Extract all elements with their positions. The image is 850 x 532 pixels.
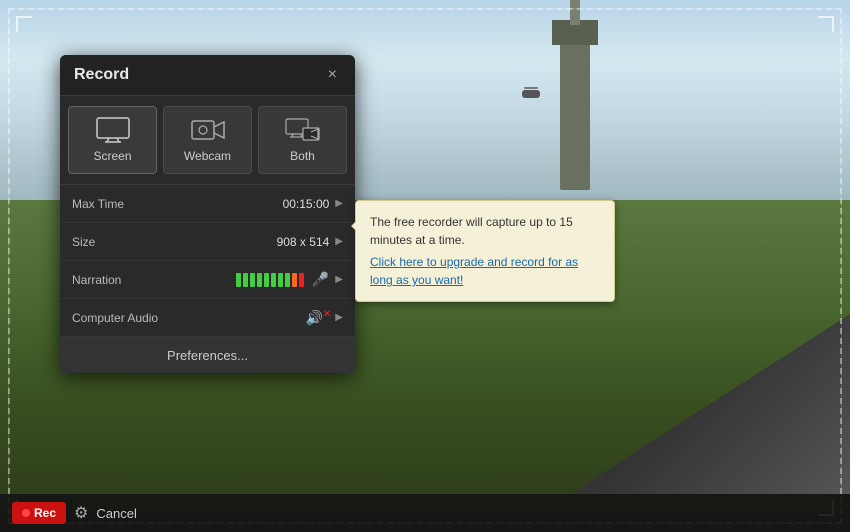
size-value: 908 x 514	[277, 235, 330, 249]
tooltip-bubble: The free recorder will capture up to 15 …	[355, 200, 615, 302]
narration-bar: 🎤	[236, 271, 329, 288]
mode-screen-button[interactable]: Screen	[68, 106, 157, 174]
mode-webcam-label: Webcam	[184, 149, 231, 163]
tower-decoration	[560, 40, 590, 190]
bar-5	[264, 273, 269, 287]
record-dialog: Record × Screen Webcam	[60, 55, 355, 373]
audio-arrow: ▶	[335, 312, 343, 323]
bottom-bar: Rec ⚙ Cancel	[0, 494, 850, 532]
webcam-icon	[190, 117, 226, 143]
narration-arrow: ▶	[335, 274, 343, 285]
mic-icon: 🎤	[312, 271, 329, 288]
tooltip-text: The free recorder will capture up to 15 …	[370, 215, 573, 247]
bar-9	[292, 273, 297, 287]
speaker-icon: 🔊✕	[305, 309, 331, 327]
mode-section: Screen Webcam Both	[60, 96, 355, 184]
dialog-title: Record	[74, 66, 129, 84]
setting-computer-audio[interactable]: Computer Audio 🔊✕ ▶	[60, 299, 355, 337]
mode-both-button[interactable]: Both	[258, 106, 347, 174]
mode-screen-label: Screen	[93, 149, 131, 163]
max-time-label: Max Time	[72, 197, 283, 211]
rec-dot	[22, 509, 30, 517]
mode-webcam-button[interactable]: Webcam	[163, 106, 252, 174]
dialog-header: Record ×	[60, 55, 355, 96]
tooltip-upgrade-link[interactable]: Click here to upgrade and record for as …	[370, 253, 600, 289]
bar-2	[243, 273, 248, 287]
setting-size[interactable]: Size 908 x 514 ▶	[60, 223, 355, 261]
bar-6	[271, 273, 276, 287]
mode-both-label: Both	[290, 149, 315, 163]
helicopter-decoration	[522, 90, 540, 98]
bar-4	[257, 273, 262, 287]
bar-1	[236, 273, 241, 287]
bar-3	[250, 273, 255, 287]
cancel-button[interactable]: Cancel	[96, 506, 136, 521]
settings-section: Max Time 00:15:00 ▶ Size 908 x 514 ▶ Nar…	[60, 184, 355, 337]
mute-x: ✕	[323, 309, 331, 320]
close-button[interactable]: ×	[324, 65, 341, 85]
settings-gear-icon[interactable]: ⚙	[74, 503, 88, 523]
narration-label: Narration	[72, 273, 236, 287]
rec-button[interactable]: Rec	[12, 502, 66, 524]
max-time-value: 00:15:00	[283, 197, 330, 211]
size-label: Size	[72, 235, 277, 249]
both-icon	[285, 117, 321, 143]
bar-8	[285, 273, 290, 287]
setting-max-time[interactable]: Max Time 00:15:00 ▶	[60, 185, 355, 223]
computer-audio-label: Computer Audio	[72, 311, 305, 325]
size-arrow: ▶	[335, 236, 343, 247]
preferences-button[interactable]: Preferences...	[60, 337, 355, 373]
rec-label: Rec	[34, 506, 56, 520]
bar-7	[278, 273, 283, 287]
screen-icon	[95, 117, 131, 143]
bar-10	[299, 273, 304, 287]
max-time-arrow: ▶	[335, 198, 343, 209]
setting-narration[interactable]: Narration 🎤 ▶	[60, 261, 355, 299]
